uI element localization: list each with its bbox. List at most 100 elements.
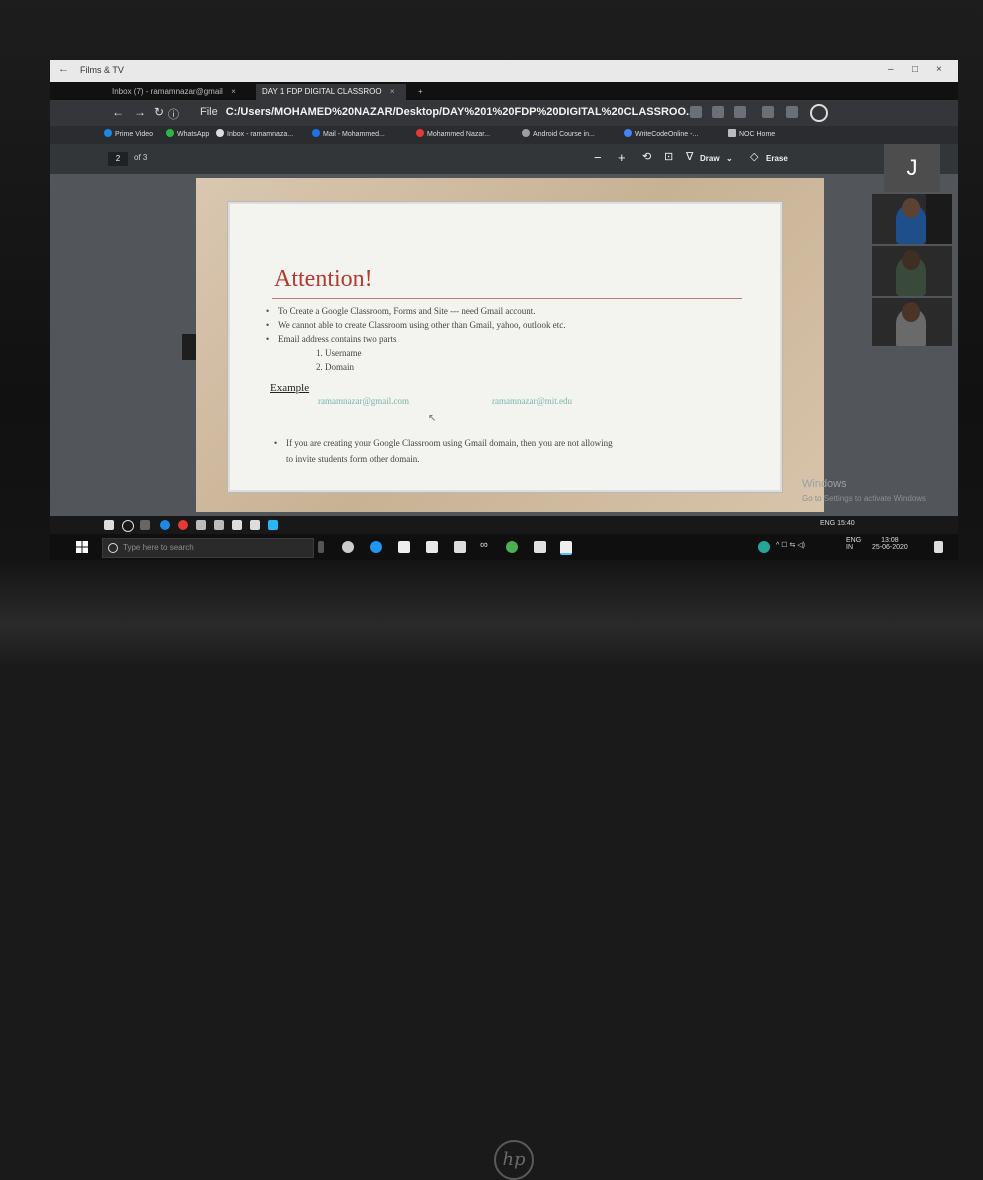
dropbox-icon[interactable] xyxy=(398,541,410,553)
part-username: 1. Username xyxy=(316,348,362,358)
draw-button[interactable]: Draw xyxy=(700,154,720,163)
taskview-icon[interactable] xyxy=(342,541,354,553)
rotate-icon[interactable]: ⟲ xyxy=(642,150,651,163)
close-icon[interactable]: × xyxy=(936,64,942,75)
example-heading: Example xyxy=(270,382,310,394)
bookmark-prime[interactable]: Prime Video xyxy=(104,129,153,138)
bookmark-youtube[interactable]: Mohammed Nazar... xyxy=(416,129,490,138)
note-line-2: to invite students form other domain. xyxy=(286,454,420,464)
app-title-bar: ← Films & TV – □ × xyxy=(50,60,958,82)
tab-pdf[interactable]: DAY 1 FDP DIGITAL CLASSROO × xyxy=(256,84,406,100)
remote-app-icon xyxy=(214,520,224,530)
example-gmail: ramamnazar@gmail.com xyxy=(318,396,409,406)
info-icon: ⓘ xyxy=(168,109,179,121)
maximize-icon[interactable]: □ xyxy=(912,64,918,75)
zoom-out-button[interactable]: − xyxy=(594,150,602,165)
bookmark-mail[interactable]: Mail - Mohammed... xyxy=(312,129,385,138)
app-icon[interactable] xyxy=(534,541,546,553)
remote-chrome-icon xyxy=(178,520,188,530)
bookmark-noc[interactable]: NOC Home xyxy=(728,129,775,138)
bookmark-whatsapp[interactable]: WhatsApp xyxy=(166,129,209,138)
bookmarks-bar: Prime Video WhatsApp Inbox - ramamnaza..… xyxy=(50,126,958,144)
reload-icon[interactable]: ↻ xyxy=(154,105,164,119)
part-domain: 2. Domain xyxy=(316,362,354,372)
search-icon[interactable] xyxy=(690,106,702,118)
bullet-icon: • xyxy=(266,320,270,330)
forward-icon[interactable]: → xyxy=(134,105,146,119)
minimize-icon[interactable]: – xyxy=(888,64,894,75)
cortana-icon xyxy=(108,543,118,553)
notification-icon[interactable] xyxy=(934,541,943,553)
infinity-icon[interactable]: ∞ xyxy=(480,539,492,551)
example-edu: ramamnazar@mit.edu xyxy=(492,396,573,406)
pdf-viewer: Attention! • To Create a Google Classroo… xyxy=(50,174,958,516)
mouse-cursor-icon: ↖ xyxy=(428,413,437,424)
meet-tray-icon[interactable] xyxy=(758,541,770,553)
activate-windows-title: Windows xyxy=(802,478,847,490)
title-divider xyxy=(272,298,742,299)
pdf-toolbar: 2 of 3 − + ⟲ ⊡ ∇ Draw ⌄ ◇ Erase xyxy=(50,144,958,174)
extension-icon[interactable] xyxy=(734,106,746,118)
local-taskbar: Type here to search ∞ ^ ☐ ⇆ ◁) ENG IN 13:… xyxy=(50,534,958,560)
taskbar-search-input[interactable]: Type here to search xyxy=(102,538,314,558)
chrome-icon[interactable] xyxy=(506,541,518,553)
address-bar: ← → ↻ ⓘ File C:/Users/MOHAMED%20NAZAR/Des… xyxy=(50,100,958,126)
file-label: File xyxy=(200,106,218,118)
bullet-2: We cannot able to create Classroom using… xyxy=(278,320,566,330)
language-indicator[interactable]: ENG IN xyxy=(846,537,861,551)
edge-icon[interactable] xyxy=(370,541,382,553)
new-tab-button[interactable]: + xyxy=(412,84,432,100)
remote-start-icon xyxy=(104,520,114,530)
fit-page-icon[interactable]: ⊡ xyxy=(664,150,673,163)
search-placeholder: Type here to search xyxy=(123,543,194,552)
bullet-icon: • xyxy=(266,334,270,344)
profile-icon[interactable] xyxy=(810,104,828,122)
windows-start-icon[interactable] xyxy=(76,541,88,553)
app-title: Films & TV xyxy=(80,65,124,75)
close-tab-icon[interactable]: × xyxy=(390,87,395,96)
bookmark-android[interactable]: Android Course in... xyxy=(522,129,595,138)
back-icon[interactable]: ← xyxy=(112,105,124,119)
remote-edge-icon xyxy=(160,520,170,530)
bullet-icon: • xyxy=(274,438,278,448)
activate-windows-subtitle: Go to Settings to activate Windows xyxy=(802,494,927,503)
tab-label: Inbox (7) - ramamnazar@gmail xyxy=(112,87,223,96)
clock[interactable]: 13:08 25-06-2020 xyxy=(872,537,908,551)
bookmark-inbox[interactable]: Inbox - ramamnaza... xyxy=(216,129,293,138)
file-explorer-icon[interactable] xyxy=(426,541,438,553)
remote-taskview-icon xyxy=(140,520,150,530)
mic-icon[interactable] xyxy=(318,541,324,553)
laptop-chin: hp xyxy=(0,560,983,1180)
tab-inbox[interactable]: Inbox (7) - ramamnazar@gmail × xyxy=(106,84,242,100)
zoom-in-button[interactable]: + xyxy=(618,150,626,165)
url-field[interactable]: File C:/Users/MOHAMED%20NAZAR/Desktop/DAY… xyxy=(200,106,695,118)
remote-app-icon xyxy=(196,520,206,530)
tray-icons[interactable]: ^ ☐ ⇆ ◁) xyxy=(776,541,805,549)
favorites-icon[interactable] xyxy=(762,106,774,118)
erase-button[interactable]: Erase xyxy=(766,154,788,163)
remote-tray-clock: ENG 15:40 xyxy=(820,520,855,527)
close-tab-icon[interactable]: × xyxy=(231,87,236,96)
slide-frame: Attention! • To Create a Google Classroo… xyxy=(196,178,824,512)
remote-taskbar: ENG 15:40 xyxy=(50,516,958,534)
remote-app-icon xyxy=(250,520,260,530)
slide-title: Attention! xyxy=(274,266,373,292)
participant-tile xyxy=(872,298,952,346)
chevron-down-icon[interactable]: ⌄ xyxy=(726,154,733,163)
bullet-icon: • xyxy=(266,306,270,316)
store-icon[interactable] xyxy=(454,541,466,553)
back-arrow-icon[interactable]: ← xyxy=(58,63,69,75)
bullet-1: To Create a Google Classroom, Forms and … xyxy=(278,306,536,316)
erase-icon[interactable]: ◇ xyxy=(750,150,758,163)
films-tv-icon[interactable] xyxy=(560,541,572,555)
bookmark-writecode[interactable]: WriteCodeOnline -... xyxy=(624,129,698,138)
note-line-1: If you are creating your Google Classroo… xyxy=(286,438,613,448)
participant-tile-edge xyxy=(926,194,952,244)
star-icon[interactable] xyxy=(712,106,724,118)
page-number-input[interactable]: 2 xyxy=(108,152,128,166)
remote-app-icon xyxy=(268,520,278,530)
tab-label: DAY 1 FDP DIGITAL CLASSROO xyxy=(262,87,382,96)
collections-icon[interactable] xyxy=(786,106,798,118)
bullet-3: Email address contains two parts xyxy=(278,334,397,344)
draw-icon[interactable]: ∇ xyxy=(686,150,693,163)
